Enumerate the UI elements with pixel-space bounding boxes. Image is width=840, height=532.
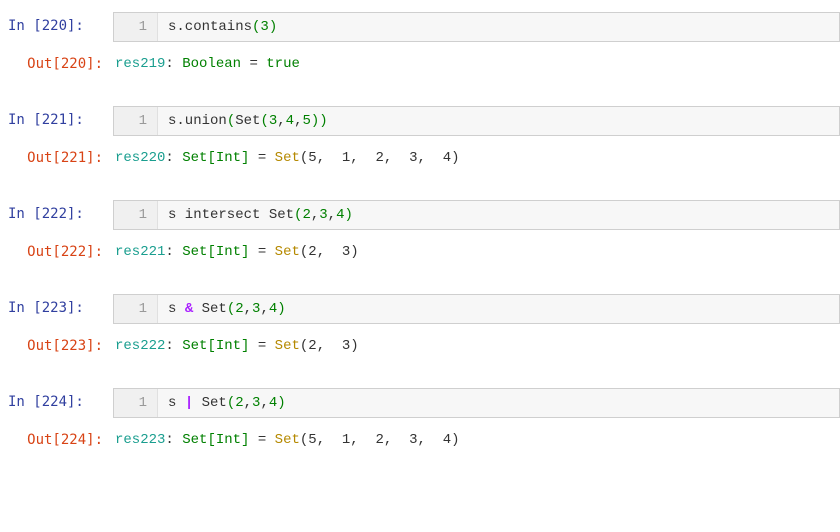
output-cell: Out[220]: res219: Boolean = true (0, 46, 840, 82)
in-prompt: In [222]: (8, 200, 113, 222)
code-text[interactable]: s.union(Set(3,4,5)) (158, 107, 839, 135)
input-cell: In [224]: 1 s | Set(2,3,4) (0, 384, 840, 422)
output-cell: Out[223]: res222: Set[Int] = Set(2, 3) (0, 328, 840, 364)
in-prompt: In [223]: (8, 294, 113, 316)
output-text: res219: Boolean = true (113, 50, 840, 78)
line-number: 1 (114, 295, 158, 323)
line-number: 1 (114, 107, 158, 135)
code-input[interactable]: 1 s intersect Set(2,3,4) (113, 200, 840, 230)
code-text[interactable]: s & Set(2,3,4) (158, 295, 839, 323)
output-cell: Out[224]: res223: Set[Int] = Set(5, 1, 2… (0, 422, 840, 458)
output-cell: Out[221]: res220: Set[Int] = Set(5, 1, 2… (0, 140, 840, 176)
code-text[interactable]: s intersect Set(2,3,4) (158, 201, 839, 229)
in-prompt: In [221]: (8, 106, 113, 128)
out-prompt: Out[223]: (8, 332, 113, 354)
output-text: res220: Set[Int] = Set(5, 1, 2, 3, 4) (113, 144, 840, 172)
in-prompt: In [220]: (8, 12, 113, 34)
code-input[interactable]: 1 s.union(Set(3,4,5)) (113, 106, 840, 136)
code-input[interactable]: 1 s & Set(2,3,4) (113, 294, 840, 324)
out-prompt: Out[221]: (8, 144, 113, 166)
code-input[interactable]: 1 s.contains(3) (113, 12, 840, 42)
input-cell: In [221]: 1 s.union(Set(3,4,5)) (0, 102, 840, 140)
code-input[interactable]: 1 s | Set(2,3,4) (113, 388, 840, 418)
out-prompt: Out[220]: (8, 50, 113, 72)
input-cell: In [223]: 1 s & Set(2,3,4) (0, 290, 840, 328)
line-number: 1 (114, 389, 158, 417)
input-cell: In [222]: 1 s intersect Set(2,3,4) (0, 196, 840, 234)
out-prompt: Out[224]: (8, 426, 113, 448)
code-text[interactable]: s | Set(2,3,4) (158, 389, 839, 417)
code-text[interactable]: s.contains(3) (158, 13, 839, 41)
output-text: res222: Set[Int] = Set(2, 3) (113, 332, 840, 360)
in-prompt: In [224]: (8, 388, 113, 410)
output-text: res223: Set[Int] = Set(5, 1, 2, 3, 4) (113, 426, 840, 454)
output-cell: Out[222]: res221: Set[Int] = Set(2, 3) (0, 234, 840, 270)
line-number: 1 (114, 201, 158, 229)
input-cell: In [220]: 1 s.contains(3) (0, 8, 840, 46)
out-prompt: Out[222]: (8, 238, 113, 260)
output-text: res221: Set[Int] = Set(2, 3) (113, 238, 840, 266)
line-number: 1 (114, 13, 158, 41)
